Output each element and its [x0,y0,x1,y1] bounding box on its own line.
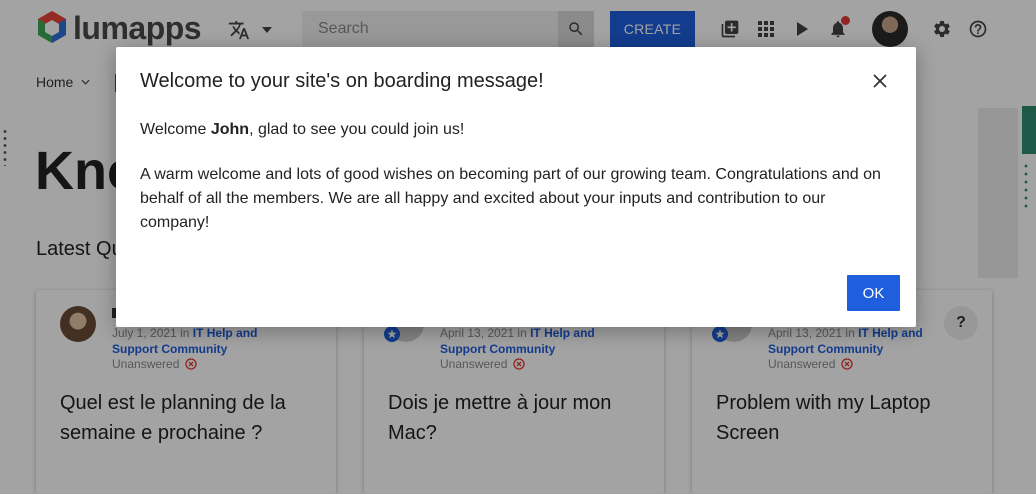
user-name: John [210,121,250,138]
close-icon [873,74,887,88]
dialog-title: Welcome to your site's on boarding messa… [140,70,544,92]
ok-button[interactable]: OK [847,275,900,311]
dialog-body: A warm welcome and lots of good wishes o… [140,166,881,231]
dialog-greeting: Welcome John, glad to see you could join… [140,121,465,138]
onboarding-dialog: Welcome to your site's on boarding messa… [116,47,916,327]
close-button[interactable] [868,69,892,93]
